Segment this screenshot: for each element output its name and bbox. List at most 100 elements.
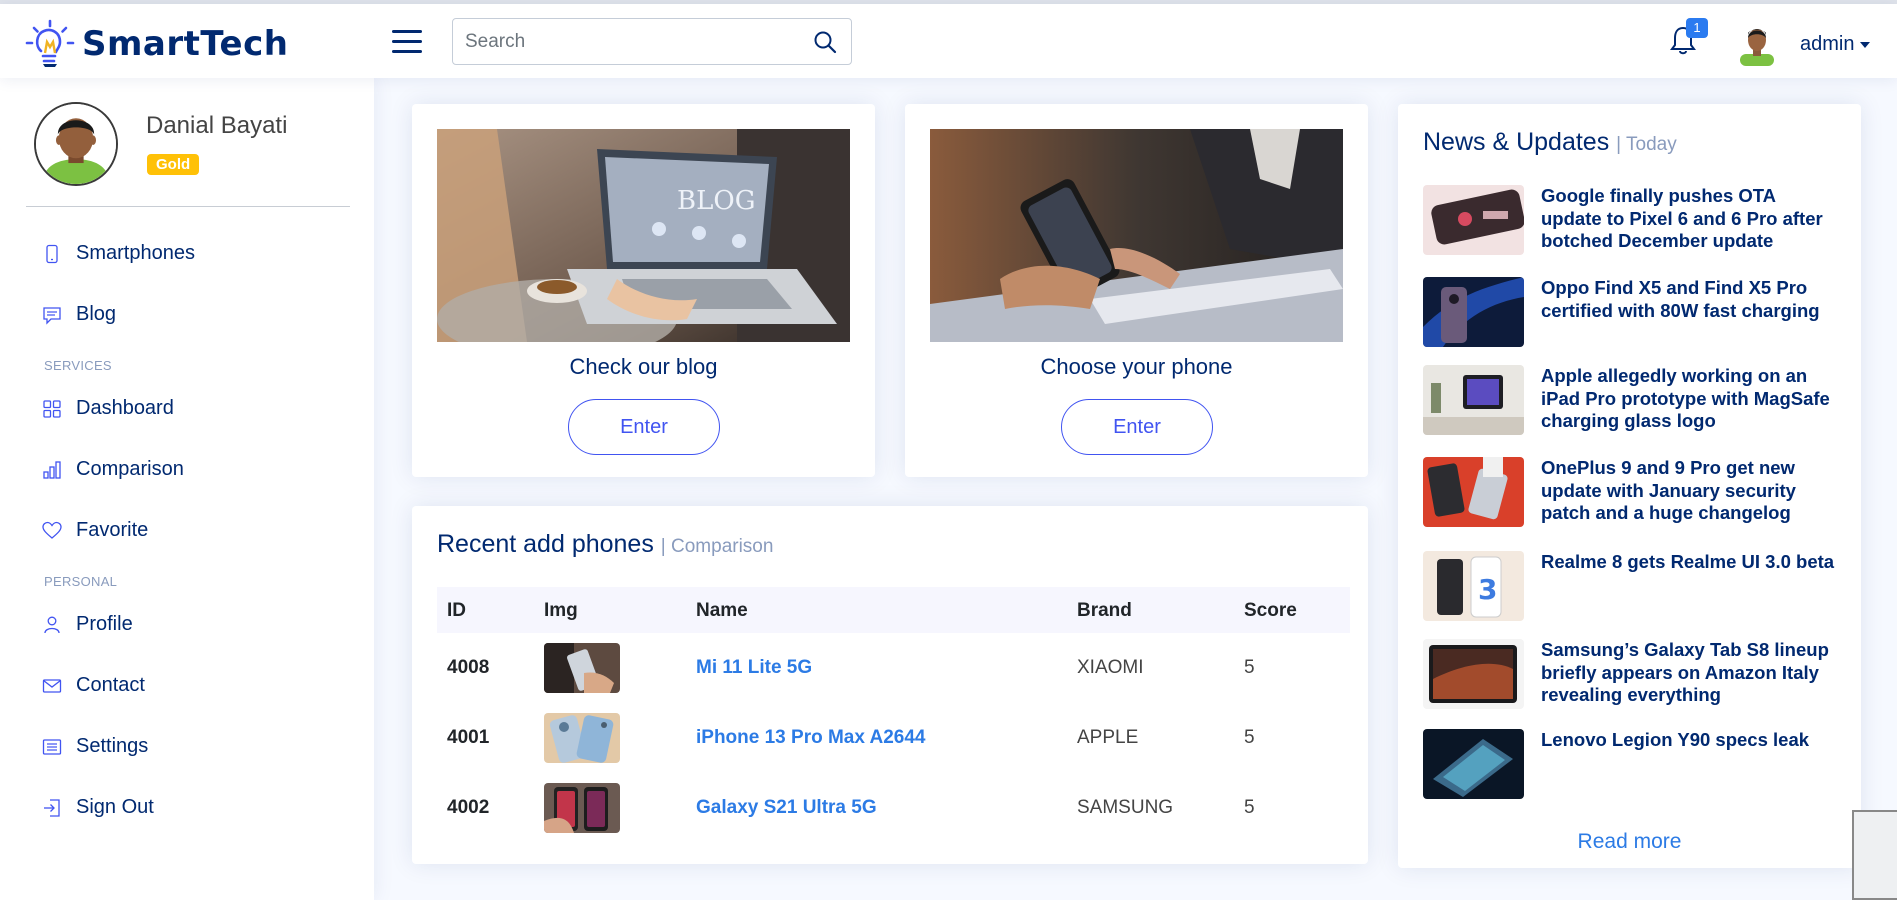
sidebar-item-label: Dashboard	[76, 397, 174, 419]
lightbulb-logo-icon	[25, 19, 75, 67]
phone-icon	[46, 244, 58, 263]
news-thumbnail	[1423, 457, 1524, 527]
envelope-icon	[42, 678, 62, 693]
table-header: ID Img Name Brand Score	[437, 587, 1350, 633]
read-more-link[interactable]: Read more	[1398, 830, 1861, 854]
phone-score: 5	[1244, 657, 1255, 678]
phone-name-link[interactable]: Galaxy S21 Ultra 5G	[696, 797, 877, 819]
news-headline[interactable]: Realme 8 gets Realme UI 3.0 beta	[1541, 551, 1841, 574]
nav-heading-personal: PERSONAL	[44, 574, 118, 589]
phone-promo-card: Choose your phone Enter	[905, 104, 1368, 477]
blog-promo-card: BLOG Check our blog Enter	[412, 104, 875, 477]
membership-badge: Gold	[147, 154, 200, 175]
column-header-brand: Brand	[1077, 600, 1132, 621]
grid-icon	[43, 399, 61, 418]
phone-id: 4002	[447, 797, 490, 818]
blog-enter-button[interactable]: Enter	[568, 399, 720, 455]
sign-out-icon	[44, 798, 60, 817]
sidebar-item-smartphones[interactable]: Smartphones	[42, 242, 195, 265]
blog-image-text: BLOG	[677, 186, 755, 216]
blog-promo-image: BLOG	[437, 129, 850, 342]
news-headline[interactable]: Google finally pushes OTA update to Pixe…	[1541, 185, 1841, 253]
caret-down-icon	[1860, 41, 1871, 48]
sidebar-item-blog[interactable]: Blog	[42, 303, 116, 326]
profile-name: Danial Bayati	[146, 112, 288, 139]
sidebar-item-label: Comparison	[76, 458, 184, 480]
column-header-name: Name	[696, 600, 748, 621]
profile-avatar	[34, 102, 118, 186]
news-thumbnail	[1423, 365, 1524, 435]
recent-phones-card: Recent add phones | Comparison ID Img Na…	[412, 506, 1368, 864]
sidebar-item-sign-out[interactable]: Sign Out	[42, 796, 154, 819]
chat-square-icon	[43, 306, 61, 325]
corner-tab-widget[interactable]	[1852, 810, 1897, 900]
phone-thumbnail[interactable]	[544, 713, 620, 763]
phone-name-link[interactable]: iPhone 13 Pro Max A2644	[696, 727, 926, 749]
search-icon[interactable]	[813, 30, 837, 54]
news-thumbnail	[1423, 277, 1524, 347]
sidebar-item-label: Contact	[76, 674, 145, 696]
news-title-text: News & Updates	[1423, 128, 1610, 156]
phone-brand: SAMSUNG	[1077, 797, 1174, 818]
news-subtitle: | Today	[1616, 134, 1677, 155]
person-avatar-icon	[36, 104, 116, 184]
sidebar-item-label: Favorite	[76, 519, 149, 541]
bar-chart-icon	[43, 460, 61, 479]
news-title: News & Updates | Today	[1423, 128, 1677, 157]
sidebar-item-favorite[interactable]: Favorite	[42, 519, 148, 542]
sidebar-item-comparison[interactable]: Comparison	[42, 458, 184, 481]
list-icon	[42, 738, 62, 755]
brand-name: SmartTech	[82, 24, 289, 64]
recent-phones-title: Recent add phones | Comparison	[437, 530, 773, 559]
phone-name-link[interactable]: Mi 11 Lite 5G	[696, 657, 812, 679]
svg-text:3: 3	[1478, 573, 1497, 606]
sidebar-divider	[26, 206, 350, 207]
news-headline[interactable]: OnePlus 9 and 9 Pro get new update with …	[1541, 457, 1841, 525]
user-avatar[interactable]	[1740, 24, 1774, 66]
sidebar-item-dashboard[interactable]: Dashboard	[42, 397, 174, 420]
search-bar	[452, 18, 852, 65]
news-headline[interactable]: Apple allegedly working on an iPad Pro p…	[1541, 365, 1841, 433]
news-thumbnail	[1423, 639, 1524, 709]
news-thumbnail	[1423, 729, 1524, 799]
table-row: 4008 Mi 11 Lite 5G XIAOMI 5	[437, 633, 1350, 703]
news-headline[interactable]: Oppo Find X5 and Find X5 Pro certified w…	[1541, 277, 1841, 322]
table-row: 4002 Galaxy S21 Ultra 5G SAMSUNG 5	[437, 773, 1350, 843]
sidebar-item-contact[interactable]: Contact	[42, 674, 145, 697]
news-updates-card: News & Updates | Today Google finally pu…	[1398, 104, 1861, 868]
phone-enter-button[interactable]: Enter	[1061, 399, 1213, 455]
phone-score: 5	[1244, 727, 1255, 748]
news-headline[interactable]: Lenovo Legion Y90 specs leak	[1541, 729, 1841, 752]
column-header-id: ID	[447, 600, 466, 621]
news-headline[interactable]: Samsung’s Galaxy Tab S8 lineup briefly a…	[1541, 639, 1841, 707]
heart-icon	[42, 521, 62, 539]
table-row: 4001 iPhone 13 Pro Max A2644 APPLE 5	[437, 703, 1350, 773]
brand-logo[interactable]: SmartTech	[24, 18, 288, 70]
phone-thumbnail[interactable]	[544, 783, 620, 833]
blog-promo-title: Check our blog	[569, 354, 718, 379]
phone-brand: XIAOMI	[1077, 657, 1144, 678]
sidebar-item-label: Sign Out	[76, 796, 154, 818]
sidebar-item-label: Profile	[76, 613, 133, 635]
notification-badge: 1	[1686, 18, 1708, 38]
sidebar: Danial Bayati Gold Smartphones Blog SERV…	[0, 78, 374, 900]
recent-phones-title-text: Recent add phones	[437, 530, 654, 558]
news-thumbnail: 3	[1423, 551, 1524, 621]
phone-thumbnail[interactable]	[544, 643, 620, 693]
user-name: admin	[1800, 33, 1855, 55]
sidebar-item-settings[interactable]: Settings	[42, 735, 148, 758]
recent-phones-subtitle: | Comparison	[660, 536, 774, 557]
news-thumbnail	[1423, 185, 1524, 255]
phone-promo-image	[930, 129, 1343, 342]
sidebar-item-label: Smartphones	[76, 242, 195, 264]
user-menu-dropdown[interactable]: admin	[1800, 33, 1871, 56]
person-icon	[44, 616, 60, 633]
top-header: SmartTech 1 admin	[0, 4, 1897, 78]
hamburger-menu-icon[interactable]	[392, 30, 422, 56]
column-header-score: Score	[1244, 600, 1297, 621]
phone-promo-title: Choose your phone	[1040, 354, 1233, 379]
phone-brand: APPLE	[1077, 727, 1139, 748]
sidebar-item-profile[interactable]: Profile	[42, 613, 133, 636]
sidebar-item-label: Blog	[76, 303, 117, 325]
search-input[interactable]	[453, 19, 798, 64]
